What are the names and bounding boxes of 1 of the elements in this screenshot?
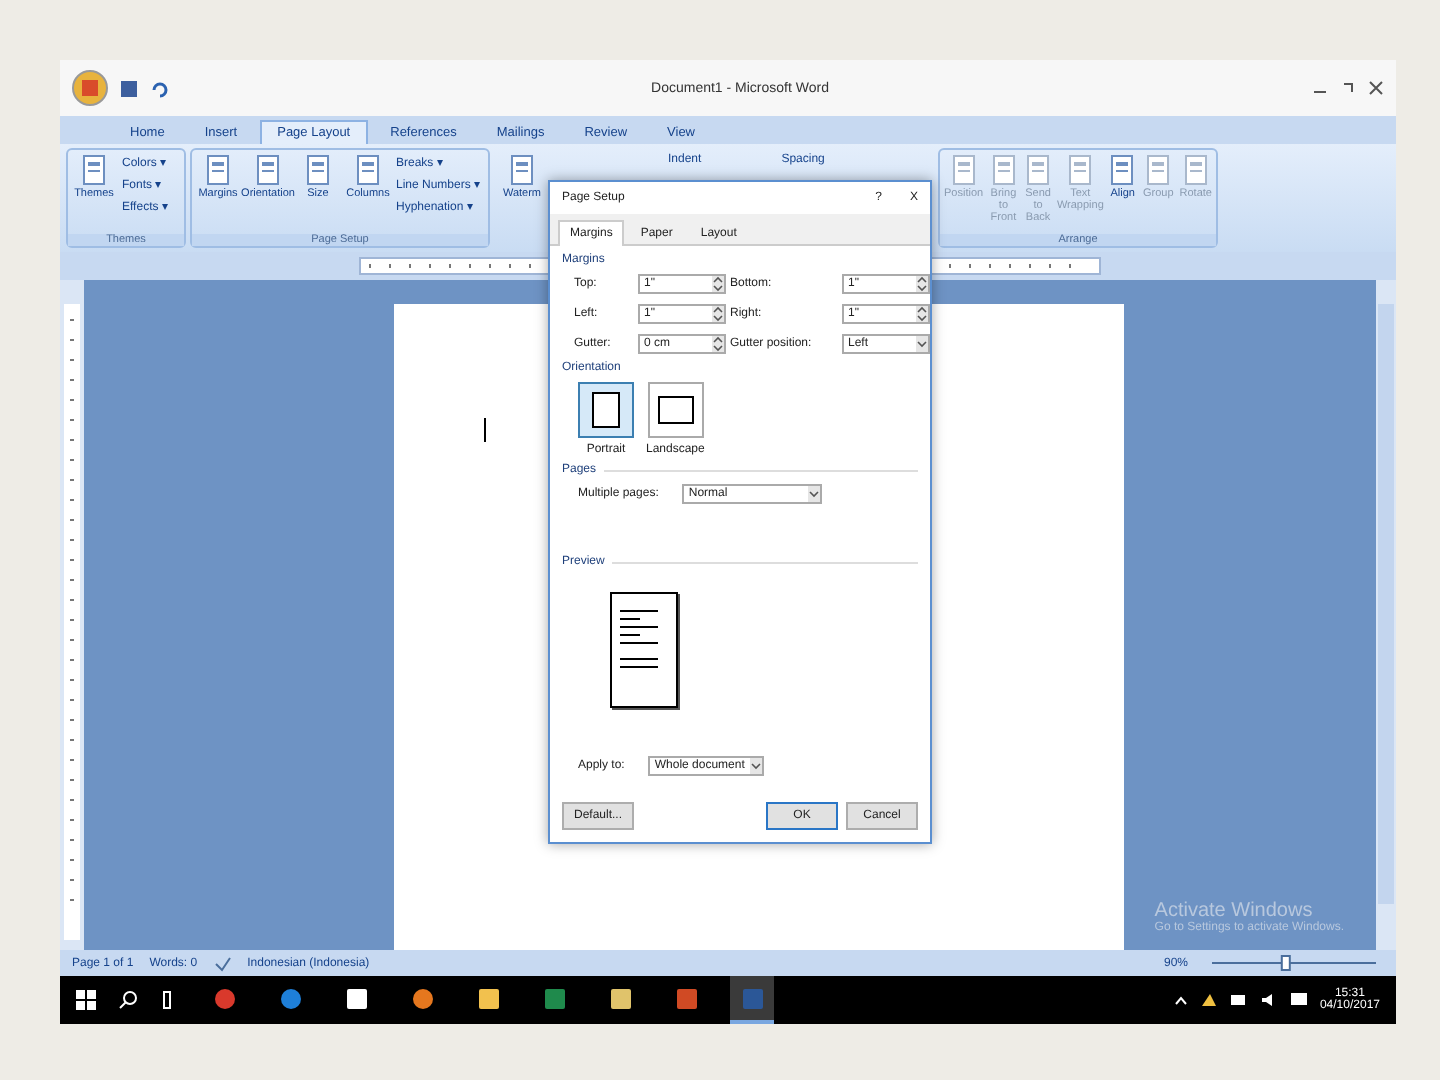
activation-title: Activate Windows [1154,900,1313,922]
